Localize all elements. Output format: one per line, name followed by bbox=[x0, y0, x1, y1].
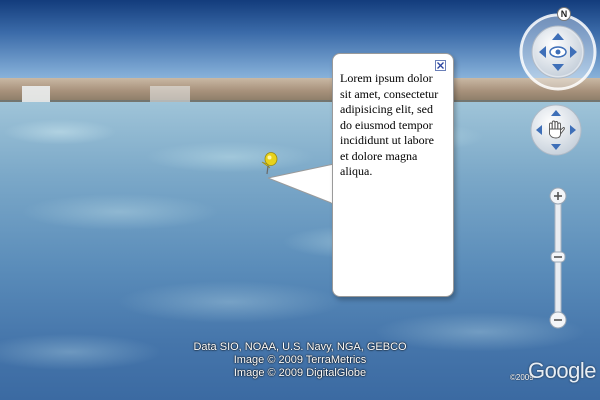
close-icon[interactable] bbox=[435, 60, 446, 71]
balloon-text: Lorem ipsum dolor sit amet, consectetur … bbox=[340, 71, 439, 178]
zoom-in-button bbox=[549, 187, 567, 205]
attribution-line: Data SIO, NOAA, U.S. Navy, NGA, GEBCO bbox=[193, 341, 407, 353]
pushpin-icon[interactable] bbox=[258, 150, 280, 176]
zoom-thumb bbox=[550, 251, 566, 263]
attribution-line: Image © 2009 TerraMetrics bbox=[233, 354, 367, 366]
zoom-slider[interactable] bbox=[548, 186, 568, 330]
google-logo: Google bbox=[528, 358, 596, 383]
info-balloon: Lorem ipsum dolor sit amet, consectetur … bbox=[332, 53, 454, 297]
eye-icon bbox=[549, 46, 567, 58]
zoom-out-button bbox=[549, 311, 567, 329]
move-control[interactable] bbox=[530, 104, 582, 156]
north-indicator[interactable]: N bbox=[557, 7, 571, 21]
earth-viewport[interactable]: Lorem ipsum dolor sit amet, consectetur … bbox=[0, 0, 600, 400]
attribution-line: Image © 2009 DigitalGlobe bbox=[233, 367, 367, 379]
shore-cliff bbox=[22, 86, 50, 102]
shore-cliff bbox=[150, 86, 190, 102]
map-attribution: Data SIO, NOAA, U.S. Navy, NGA, GEBCO Im… bbox=[150, 341, 450, 380]
look-control[interactable] bbox=[518, 12, 598, 92]
